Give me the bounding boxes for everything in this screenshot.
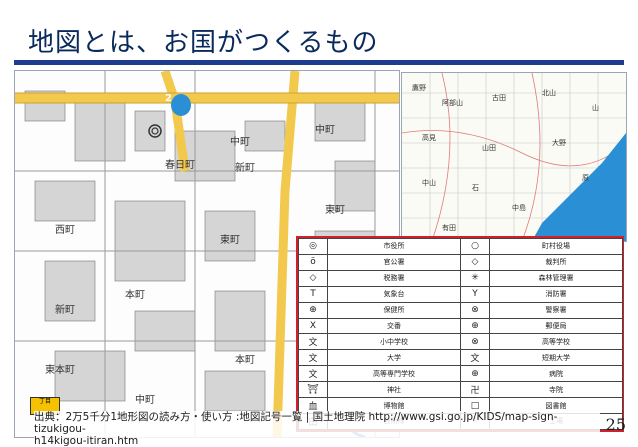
legend-name: 税務署 [327,269,461,287]
overview-label: 中島 [512,204,526,212]
legend-name: 神社 [327,381,461,399]
legend-symbol: 文 [460,349,490,367]
legend-row: T 気象台 Y 消防署 [298,285,623,303]
legend-symbol: ◇ [460,253,490,271]
legend-name: 保健所 [327,301,461,319]
overview-label: 阿部山 [442,99,463,107]
legend-name: 高等専門学校 [327,365,461,383]
legend-name: 町村役場 [489,238,623,255]
legend-row: 文小中学校 ⊗ 高等学校 [298,333,623,351]
legend-name: 気象台 [327,285,461,303]
legend-symbol: ⊗ [460,301,490,319]
overview-label: 鷹野 [412,84,426,92]
map-label: 中町 [315,125,335,136]
overview-map: 鷹野 阿部山 古田 北山 山 高見 山田 大野 中山 石 中島 有田 原 [401,72,627,242]
map-label: 中町 [135,395,155,406]
legend-symbol: 文 [298,365,328,383]
source-line: h14kigou-itiran.htm [34,435,139,447]
legend-symbol: 文 [298,349,328,367]
legend-symbol: ○ [460,238,490,255]
overview-map-drawing [402,73,626,241]
legend-symbol: ⊗ [460,333,490,351]
legend-row: ö 官公署 ◇ 裁判所 [298,253,623,271]
legend-name: 寺院 [489,381,623,399]
legend-name: 消防署 [489,285,623,303]
legend-row: 文高等専門学校 ⊕ 病院 [298,365,623,383]
legend-symbol: T [298,285,328,303]
legend-name: 裁判所 [489,253,623,271]
title-rule [14,60,624,65]
legend-name: 高等学校 [489,333,623,351]
legend-name: 短期大学 [489,349,623,367]
map-label: 東町 [325,205,345,216]
legend-row: ◇ 税務署 ✳ 森林管理署 [298,269,623,287]
legend-row: ⊕ 保健所 ⊗ 警察署 [298,301,623,319]
map-label: 本町 [235,355,255,366]
map-label: 中町 [230,137,250,148]
map-symbol-legend: ◎ 市役所 ○ 町村役場 ö 官公署 ◇ 裁判所 ◇ 税務署 ✳ 森林管理署 T 気象台 Y 消防署 ⊕ 保健所 ⊗… [296,236,624,432]
page-number: 25 [605,415,626,434]
legend-row: ◎ 市役所 ○ 町村役場 [298,238,623,255]
overview-label: 有田 [442,224,456,232]
legend-symbol: ö [298,253,328,271]
overview-label: 高見 [422,134,436,142]
legend-name: 小中学校 [327,333,461,351]
legend-symbol: ⊕ [460,365,490,383]
overview-label: 古田 [492,94,506,102]
legend-name: 市役所 [327,238,461,255]
overview-label: 山田 [482,144,496,152]
legend-name: 病院 [489,365,623,383]
map-label: 新町 [235,163,255,174]
legend-table: ◎ 市役所 ○ 町村役場 ö 官公署 ◇ 裁判所 ◇ 税務署 ✳ 森林管理署 T 気象台 Y 消防署 ⊕ 保健所 ⊗… [298,238,623,431]
slide-title: 地図とは、お国がつくるもの [28,28,379,58]
legend-row: X 交番 ⊕ 郵便局 [298,317,623,335]
legend-name: 郵便局 [489,317,623,335]
map-label: 春日町 [165,160,195,171]
legend-symbol: 文 [298,333,328,351]
map-label: 東町 [220,235,240,246]
overview-label: 中山 [422,179,436,187]
source-line: 出典：2万5千分1地形図の読み方・使い方 :地図記号一覧 | 国土地理院 htt… [34,411,558,435]
map-badge-number: 2 [165,93,172,104]
legend-symbol: ⊕ [460,317,490,335]
legend-name: 警察署 [489,301,623,319]
legend-name: 森林管理署 [489,269,623,287]
legend-symbol: X [298,317,328,335]
legend-row: ⛩ 神社卍寺院 [298,381,623,399]
overview-label: 原 [582,174,589,182]
map-label: 西町 [55,225,75,236]
map-label: 東本町 [45,365,75,376]
legend-row: 文大学文短期大学 [298,349,623,367]
overview-label: 大野 [552,139,566,147]
overview-label: 北山 [542,89,556,97]
map-label: 新町 [55,305,75,316]
legend-name: 大学 [327,349,461,367]
legend-name: 官公署 [327,253,461,271]
legend-symbol: ⛩ [298,381,328,399]
legend-symbol: Y [460,285,490,303]
legend-symbol: ◇ [298,269,328,287]
legend-symbol: ◎ [298,238,328,255]
legend-symbol: 卍 [460,381,490,399]
map-label: 本町 [125,290,145,301]
legend-name: 交番 [327,317,461,335]
overview-label: 石 [472,184,479,192]
legend-symbol: ⊕ [298,301,328,319]
overview-label: 山 [592,104,599,112]
legend-symbol: ✳ [460,269,490,287]
